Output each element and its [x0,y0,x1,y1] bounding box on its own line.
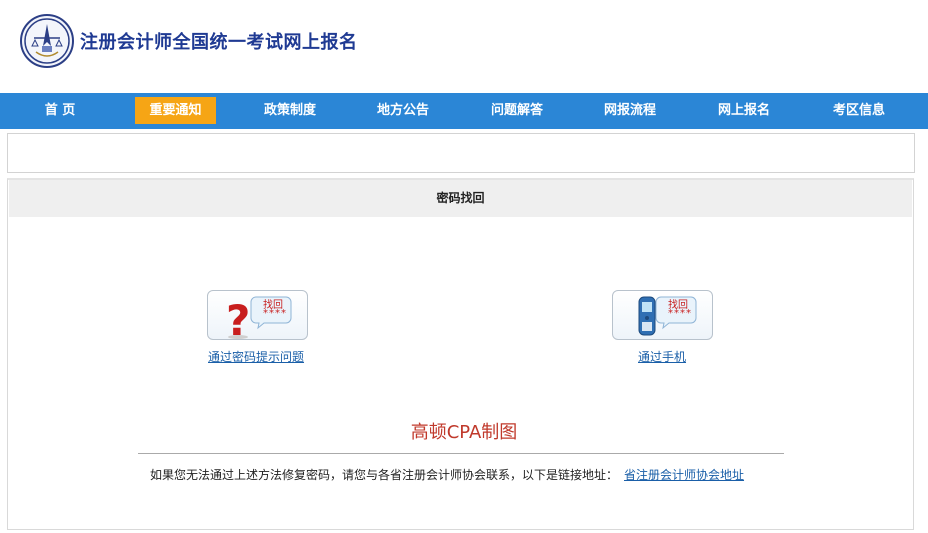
nav-item-online-registration[interactable]: 网上报名 [704,97,784,124]
nav-item-notices[interactable]: 重要通知 [135,97,216,124]
badge-stars: **** [668,308,692,319]
footer-note: 如果您无法通过上述方法修复密码，请您与各省注册会计师协会联系，以下是链接地址： 省… [150,466,744,483]
mobile-phone-link[interactable]: 通过手机 [638,348,686,365]
nav-item-registration-process[interactable]: 网报流程 [590,97,670,124]
nav-item-exam-area-info[interactable]: 考区信息 [819,97,899,124]
main-nav: 首 页 重要通知 政策制度 地方公告 问题解答 网报流程 网上报名 考区信息 [0,93,928,129]
association-emblem-icon [20,14,74,68]
svg-text:?: ? [226,296,250,340]
provincial-association-link[interactable]: 省注册会计师协会地址 [624,468,744,482]
watermark-text: 高顿CPA制图 [410,422,518,443]
nav-item-local-announcements[interactable]: 地方公告 [363,97,443,124]
panel-title: 密码找回 [9,180,912,217]
question-mark-icon: ? [226,296,292,340]
security-question-link[interactable]: 通过密码提示问题 [208,348,304,365]
badge-stars: **** [263,308,287,319]
nav-item-faq[interactable]: 问题解答 [477,97,557,124]
mobile-phone-icon [638,296,697,336]
nav-item-policies[interactable]: 政策制度 [250,97,330,124]
divider [138,453,784,454]
security-question-button[interactable]: ? 找回 **** [207,290,308,340]
site-header: 注册会计师全国统一考试网上报名 [0,0,928,93]
mobile-phone-button[interactable]: 找回 **** [612,290,713,340]
blank-notice-box [7,133,915,173]
nav-item-home[interactable]: 首 页 [30,97,90,124]
footer-note-text: 如果您无法通过上述方法修复密码，请您与各省注册会计师协会联系，以下是链接地址： [150,468,619,482]
site-title: 注册会计师全国统一考试网上报名 [80,32,358,53]
